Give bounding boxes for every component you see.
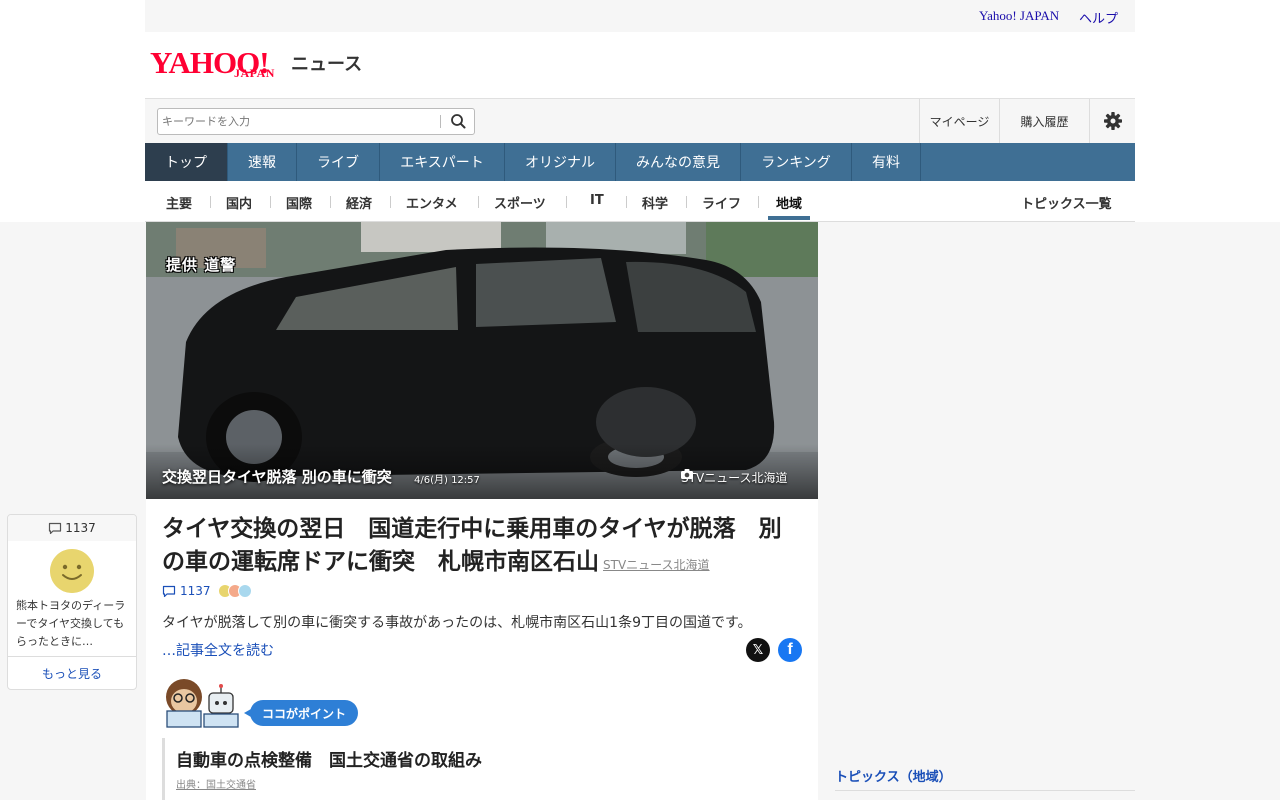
main-nav-expert[interactable]: エキスパート [380, 143, 505, 181]
x-logo-icon: 𝕏 [752, 642, 764, 658]
comment-meta[interactable]: 1137 [162, 584, 252, 598]
hero-image[interactable]: 提供 道警 交換翌日タイヤ脱落 別の車に衝突 4/6(月) 12:57 STVニ… [146, 222, 818, 499]
topics-list-link[interactable]: トピックス一覧 [1021, 193, 1112, 212]
main-nav-live[interactable]: ライブ [297, 143, 380, 181]
photo-credit-text: STVニュース北海道 [681, 471, 788, 485]
logo-japan-text: JAPAN [234, 66, 275, 80]
sub-nav-economy[interactable]: 経済 [346, 193, 372, 212]
sub-nav-sports[interactable]: スポーツ [494, 193, 546, 212]
gear-icon [1103, 112, 1122, 130]
search-separator [440, 115, 441, 128]
comment-icon [49, 522, 62, 534]
comment-icon [162, 585, 176, 597]
logo-news-text: ニュース [291, 54, 363, 75]
sub-nav-divider [478, 196, 479, 208]
local-topics-heading[interactable]: トピックス（地域） [835, 766, 952, 785]
search-box [157, 108, 475, 135]
car-photo [146, 222, 818, 499]
photo-watermark: 提供 道警 [166, 256, 237, 274]
comment-card-header: 1137 [8, 515, 136, 541]
main-nav-breaking[interactable]: 速報 [228, 143, 297, 181]
sub-nav-active-indicator [768, 216, 810, 220]
sub-nav-international[interactable]: 国際 [286, 193, 312, 212]
hero-caption: 交換翌日タイヤ脱落 別の車に衝突 [162, 468, 392, 486]
comment-card-more-button[interactable]: もっと見る [8, 656, 136, 689]
sub-nav-divider [758, 196, 759, 208]
search-icon [451, 114, 466, 129]
sub-nav-science[interactable]: 科学 [642, 193, 668, 212]
camera-icon [681, 469, 693, 479]
read-full-article-link[interactable]: …記事全文を読む [162, 640, 274, 660]
sub-nav-domestic[interactable]: 国内 [226, 193, 252, 212]
sub-nav-divider [390, 196, 391, 208]
right-column: トピックス（地域） [835, 760, 1135, 800]
facebook-logo-icon: f [787, 641, 793, 658]
main-nav-opinions[interactable]: みんなの意見 [616, 143, 741, 181]
mypage-button[interactable]: マイページ [919, 99, 999, 143]
reaction-faces [217, 584, 252, 598]
comment-card-count: 1137 [65, 521, 96, 535]
article-lead: タイヤが脱落して別の車に衝突する事故があったのは、札幌市南区石山1条9丁目の国道… [162, 615, 752, 631]
yahoo-japan-link[interactable]: Yahoo! JAPAN [979, 8, 1059, 24]
share-x-button[interactable]: 𝕏 [746, 638, 770, 662]
utility-bar: Yahoo! JAPAN ヘルプ [145, 0, 1135, 32]
point-header: ココがポイント [162, 677, 382, 729]
main-nav-paid[interactable]: 有料 [852, 143, 921, 181]
point-source-link[interactable]: 出典：国土交通省 [176, 776, 256, 791]
sub-nav-life[interactable]: ライフ [702, 193, 741, 212]
sub-nav-it[interactable]: IT [590, 193, 604, 208]
sub-nav-entertainment[interactable]: エンタメ [406, 193, 458, 212]
point-title: 自動車の点検整備 国土交通省の取組み [176, 751, 482, 771]
search-bar: マイページ 購入履歴 [145, 98, 1135, 143]
main-nav-top[interactable]: トップ [145, 143, 228, 181]
purchase-history-button[interactable]: 購入履歴 [999, 99, 1089, 143]
main-nav-ranking[interactable]: ランキング [741, 143, 852, 181]
share-facebook-button[interactable]: f [778, 638, 802, 662]
sub-nav-divider [330, 196, 331, 208]
mascot-illustration-icon [166, 679, 239, 728]
smiley-face-icon [50, 549, 94, 593]
main-nav-original[interactable]: オリジナル [505, 143, 616, 181]
article-title[interactable]: タイヤ交換の翌日 国道走行中に乗用車のタイヤが脱落 別の車の運転席ドアに衝突 札… [162, 513, 802, 582]
help-link[interactable]: ヘルプ [1079, 8, 1118, 27]
comment-count: 1137 [180, 584, 211, 598]
sub-nav-divider [626, 196, 627, 208]
search-button[interactable] [446, 111, 470, 132]
hero-date: 4/6(月) 12:57 [414, 475, 480, 486]
logo-area: YAHOO! JAPAN ニュース [145, 32, 1135, 98]
sub-nav-divider [210, 196, 211, 208]
sub-nav-divider [566, 196, 567, 208]
point-badge: ココがポイント [243, 700, 359, 726]
comment-card-text: 熊本トヨタのディーラーでタイヤ交換してもらったときに… [16, 599, 126, 648]
sub-nav-major[interactable]: 主要 [166, 193, 192, 212]
article-source-link[interactable]: STVニュース北海道 [603, 558, 710, 572]
reaction-face-icon [237, 584, 252, 598]
sub-nav-divider [270, 196, 271, 208]
photo-credit: STVニュース北海道 [681, 469, 788, 486]
sub-nav-local[interactable]: 地域 [776, 193, 802, 212]
yahoo-logo[interactable]: YAHOO! JAPAN [150, 46, 290, 86]
topics-divider [835, 790, 1135, 791]
settings-button[interactable] [1089, 99, 1135, 143]
main-nav: トップ 速報 ライブ エキスパート オリジナル みんなの意見 ランキング 有料 [145, 143, 1135, 181]
comment-preview-card[interactable]: 1137 熊本トヨタのディーラーでタイヤ交換してもらったときに… もっと見る [7, 514, 137, 690]
sub-nav: 主要 国内 国際 経済 エンタメ スポーツ IT 科学 ライフ 地域 トピックス… [145, 181, 1135, 222]
search-input[interactable] [162, 112, 432, 131]
point-box[interactable]: 自動車の点検整備 国土交通省の取組み 出典：国土交通省 [162, 738, 802, 800]
sub-nav-divider [686, 196, 687, 208]
article-card: タイヤ交換の翌日 国道走行中に乗用車のタイヤが脱落 別の車の運転席ドアに衝突 札… [146, 499, 818, 800]
